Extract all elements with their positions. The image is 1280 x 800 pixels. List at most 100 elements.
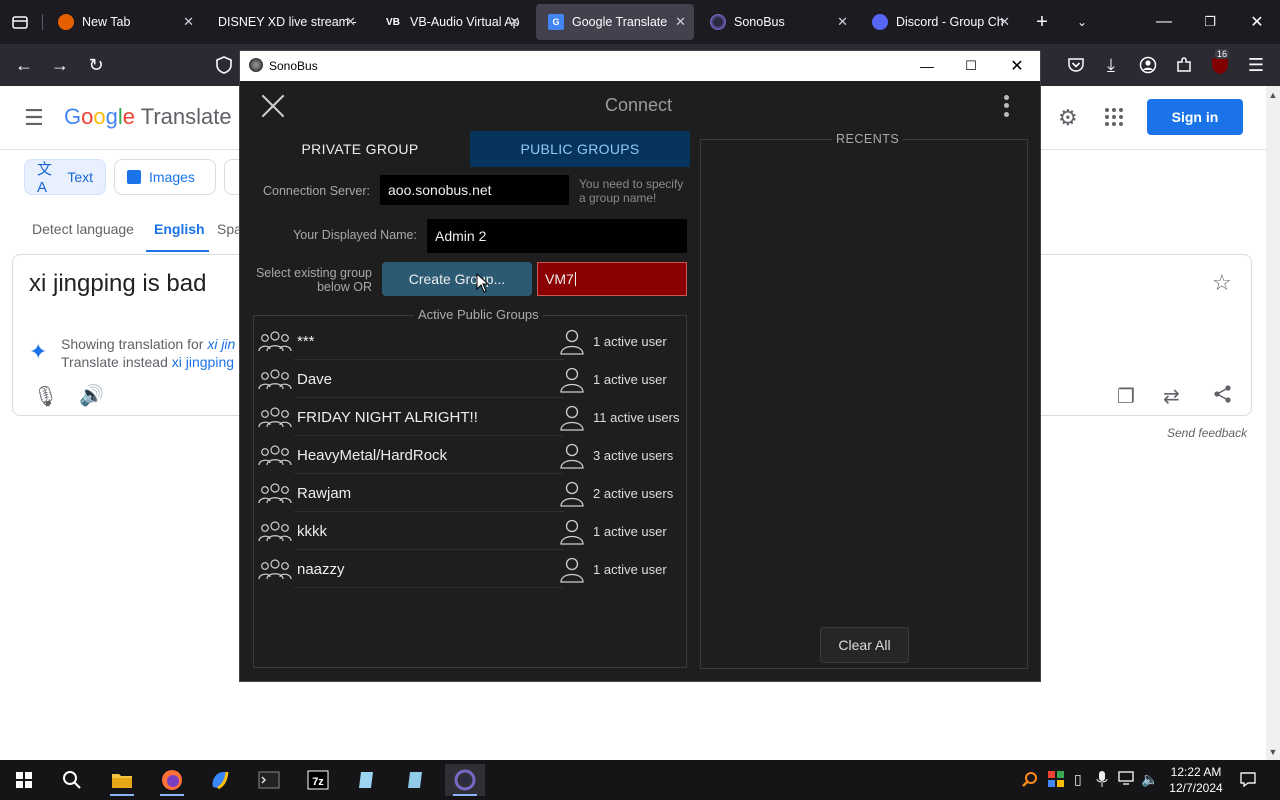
suggest-link[interactable]: xi jin — [207, 336, 235, 352]
tab-vb-audio[interactable]: VB VB-Audio Virtual Ap ✕ — [372, 4, 528, 40]
copy-icon[interactable]: ❐ — [1117, 384, 1135, 409]
clear-all-button[interactable]: Clear All — [820, 627, 909, 663]
text-mode-button[interactable]: 文A Text — [24, 159, 106, 196]
copilot-icon[interactable] — [200, 764, 240, 796]
apps-grid-icon[interactable] — [1104, 107, 1124, 133]
file-explorer-icon[interactable] — [102, 764, 142, 796]
back-icon[interactable]: ← — [12, 53, 36, 77]
terminal-icon[interactable] — [249, 764, 289, 796]
more-options-icon[interactable] — [1002, 93, 1010, 119]
source-text-input[interactable]: xi jingping is bad — [29, 270, 206, 298]
sign-in-button[interactable]: Sign in — [1147, 99, 1243, 135]
close-tab-icon[interactable]: ✕ — [509, 14, 520, 30]
sonobus-maximize-icon[interactable]: ☐ — [948, 51, 994, 81]
star-icon[interactable]: ☆ — [1212, 270, 1232, 296]
account-icon[interactable] — [1136, 53, 1160, 77]
firefox-taskbar-icon[interactable] — [152, 764, 192, 796]
group-row[interactable]: FRIDAY NIGHT ALRIGHT!! 11 active users — [254, 398, 686, 436]
page-scrollbar[interactable] — [1266, 86, 1280, 760]
microphone-tray-icon[interactable] — [1096, 771, 1108, 790]
sonobus-titlebar: SonoBus — ☐ ✕ — [240, 51, 1040, 81]
create-group-button[interactable]: Create Group... — [382, 262, 532, 296]
usb-device-tray-icon[interactable]: ▯ — [1074, 771, 1082, 788]
windows-security-tray-icon[interactable] — [1048, 771, 1064, 790]
minimize-icon[interactable]: — — [1152, 12, 1176, 32]
close-window-icon[interactable]: ✕ — [1245, 12, 1269, 32]
pocket-icon[interactable] — [1064, 53, 1088, 77]
display-name-field[interactable]: Admin 2 — [427, 219, 687, 253]
group-row[interactable]: HeavyMetal/HardRock 3 active users — [254, 436, 686, 474]
tab-label: VB-Audio Virtual Ap — [410, 15, 520, 29]
close-connect-icon[interactable] — [260, 93, 286, 119]
google-translate-logo[interactable]: Google Translate — [64, 104, 232, 130]
restore-icon[interactable]: ❐ — [1198, 12, 1222, 32]
tab-google-translate[interactable]: G Google Translate ✕ — [536, 4, 694, 40]
microphone-icon[interactable]: 🎙 — [33, 384, 58, 409]
taskbar-clock[interactable]: 12:22 AM 12/7/2024 — [1164, 764, 1228, 796]
tab-discord[interactable]: Discord - Group Ch ✕ — [860, 4, 1018, 40]
active-user-count: 1 active user — [593, 524, 667, 539]
group-row[interactable]: Dave 1 active user — [254, 360, 686, 398]
group-icon — [258, 444, 292, 466]
7zip-icon[interactable]: 7z — [298, 764, 338, 796]
downloads-icon[interactable]: ⤓ — [1099, 53, 1123, 77]
tab-public-groups[interactable]: PUBLIC GROUPS — [470, 131, 690, 167]
recents-title: RECENTS — [832, 132, 904, 146]
forward-icon[interactable]: → — [48, 53, 72, 77]
scroll-up-arrow-icon[interactable]: ▲ — [1266, 88, 1280, 102]
shield-icon[interactable] — [212, 53, 236, 77]
network-tray-icon[interactable] — [1118, 771, 1134, 788]
tab-disney-xd[interactable]: DISNEY XD live stream - ✕ — [206, 4, 364, 40]
extensions-icon[interactable] — [1172, 53, 1196, 77]
discord-icon — [872, 14, 888, 30]
connection-server-field[interactable]: aoo.sonobus.net — [380, 175, 569, 205]
speaker-icon[interactable]: 🔊 — [79, 383, 104, 408]
active-language-underline — [146, 250, 209, 252]
group-row[interactable]: *** 1 active user — [254, 322, 686, 360]
notepad-app-icon[interactable] — [347, 764, 387, 796]
group-row[interactable]: kkkk 1 active user — [254, 512, 686, 550]
close-tab-icon[interactable]: ✕ — [345, 14, 356, 30]
group-name: HeavyMetal/HardRock — [297, 447, 448, 464]
search-tray-icon[interactable] — [1022, 771, 1038, 790]
close-tab-icon[interactable]: ✕ — [999, 14, 1010, 30]
sonobus-minimize-icon[interactable]: — — [904, 51, 950, 81]
active-user-count: 11 active users — [593, 410, 680, 425]
ublock-extension-icon[interactable]: 16 — [1208, 49, 1232, 77]
group-row[interactable]: Rawjam 2 active users — [254, 474, 686, 512]
tab-sonobus[interactable]: SonoBus ✕ — [698, 4, 856, 40]
reload-icon[interactable]: ↻ — [84, 53, 108, 77]
close-tab-icon[interactable]: ✕ — [837, 14, 848, 30]
sonobus-close-icon[interactable]: ✕ — [994, 51, 1040, 81]
rate-translation-icon[interactable]: ⇄ — [1163, 384, 1180, 409]
send-feedback-link[interactable]: Send feedback — [1167, 426, 1247, 440]
images-mode-button[interactable]: Images — [114, 159, 216, 195]
tab-overview-icon[interactable] — [10, 12, 30, 32]
close-tab-icon[interactable]: ✕ — [675, 14, 686, 30]
group-name-input[interactable]: VM7 — [537, 262, 687, 296]
hamburger-menu-icon[interactable]: ☰ — [24, 105, 44, 131]
new-tab-icon[interactable]: + — [1032, 11, 1052, 33]
scroll-down-arrow-icon[interactable]: ▼ — [1266, 745, 1280, 759]
tab-label: DISNEY XD live stream - — [218, 15, 357, 29]
menu-icon[interactable]: ☰ — [1244, 53, 1268, 77]
suggest-prefix: Showing translation for — [61, 336, 208, 352]
search-icon[interactable] — [52, 764, 92, 796]
windows-start-icon[interactable] — [4, 764, 44, 796]
volume-tray-icon[interactable]: 🔈 — [1141, 771, 1158, 788]
notifications-icon[interactable] — [1240, 771, 1256, 790]
settings-gear-icon[interactable]: ⚙ — [1058, 105, 1078, 131]
close-tab-icon[interactable]: ✕ — [183, 14, 194, 30]
translate-instead-link[interactable]: xi jingping — [172, 354, 234, 370]
english-language-tab[interactable]: English — [154, 221, 205, 237]
share-icon[interactable] — [1213, 384, 1233, 410]
detect-language-tab[interactable]: Detect language — [32, 221, 134, 237]
tab-new-tab[interactable]: New Tab ✕ — [46, 4, 202, 40]
tab-private-group[interactable]: PRIVATE GROUP — [250, 131, 470, 167]
group-row[interactable]: naazzy 1 active user — [254, 550, 686, 588]
list-tabs-chevron-icon[interactable]: ⌄ — [1072, 12, 1092, 32]
recents-panel: RECENTS Clear All — [700, 132, 1028, 669]
notepad-app-icon-2[interactable] — [396, 764, 436, 796]
warning-line: a group name! — [579, 191, 657, 205]
sonobus-taskbar-icon[interactable] — [445, 764, 485, 796]
